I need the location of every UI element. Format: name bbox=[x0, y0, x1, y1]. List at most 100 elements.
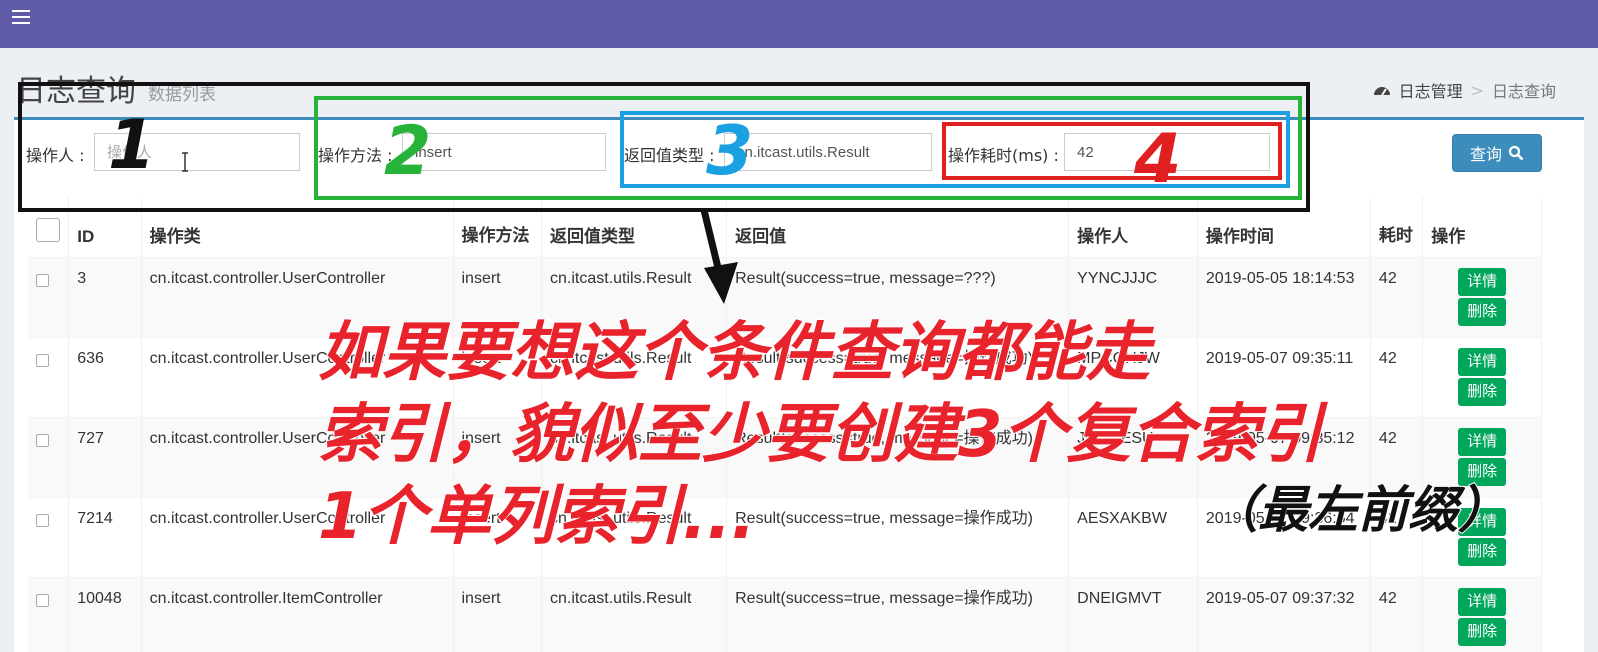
breadcrumb-root-link[interactable]: 日志管理 bbox=[1399, 78, 1463, 102]
cell-cost: 42 bbox=[1370, 497, 1424, 577]
text-cursor-icon bbox=[182, 152, 188, 172]
menu-toggle-icon[interactable] bbox=[12, 10, 30, 24]
cell-time: 2019-05-07 09:35:11 bbox=[1197, 337, 1371, 417]
col-header-method[interactable]: 操作方法 bbox=[453, 197, 543, 257]
cell-time: 2019-05-05 18:14:53 bbox=[1197, 257, 1371, 337]
cell-return-value: Result(success=true, message=操作成功) bbox=[726, 417, 1070, 497]
operator-label: 操作人 : bbox=[26, 146, 85, 165]
cell-operator: YYNCJJJC bbox=[1068, 257, 1198, 337]
row-checkbox-cell bbox=[28, 417, 70, 497]
cell-cost: 42 bbox=[1370, 257, 1424, 337]
col-header-time[interactable]: 操作时间 bbox=[1197, 197, 1371, 257]
col-header-return-type[interactable]: 返回值类型 bbox=[541, 197, 728, 257]
return-type-label: 返回值类型 : bbox=[624, 146, 715, 165]
cell-return-value: Result(success=true, message=操作成功) bbox=[726, 577, 1070, 652]
cell-time: 2019-05-07 09:37:32 bbox=[1197, 577, 1371, 652]
cell-operator: MPCQHJW bbox=[1068, 337, 1198, 417]
col-header-actions: 操作 bbox=[1422, 197, 1542, 257]
cell-return-type: cn.itcast.utils.Result bbox=[541, 417, 728, 497]
cell-return-type: cn.itcast.utils.Result bbox=[541, 577, 728, 652]
row-checkbox[interactable] bbox=[36, 273, 49, 287]
detail-button[interactable]: 详情 bbox=[1458, 507, 1507, 536]
method-input[interactable] bbox=[402, 133, 606, 171]
cell-operator: JQKOESU bbox=[1068, 417, 1198, 497]
cell-actions: 详情 删除 bbox=[1422, 417, 1542, 497]
detail-button[interactable]: 详情 bbox=[1458, 587, 1507, 616]
return-type-input[interactable] bbox=[724, 133, 932, 171]
detail-button[interactable]: 详情 bbox=[1458, 347, 1507, 376]
operator-input[interactable] bbox=[94, 133, 300, 171]
query-button[interactable]: 查询 bbox=[1452, 134, 1542, 172]
cell-class: cn.itcast.controller.ItemController bbox=[141, 577, 454, 652]
cell-method: insert bbox=[453, 497, 543, 577]
cell-method: insert bbox=[453, 337, 543, 417]
cell-class: cn.itcast.controller.UserController bbox=[141, 417, 454, 497]
delete-button[interactable]: 删除 bbox=[1458, 297, 1507, 326]
detail-button[interactable]: 详情 bbox=[1458, 427, 1507, 456]
cell-method: insert bbox=[453, 417, 543, 497]
cell-class: cn.itcast.controller.UserController bbox=[141, 257, 454, 337]
row-checkbox-cell bbox=[28, 257, 70, 337]
top-navbar bbox=[0, 0, 1598, 48]
row-checkbox-cell bbox=[28, 577, 70, 652]
table-row: 3 cn.itcast.controller.UserController inse… bbox=[28, 257, 1542, 337]
row-checkbox-cell bbox=[28, 337, 70, 417]
dashboard-icon bbox=[1373, 87, 1390, 96]
breadcrumb-separator: > bbox=[1470, 80, 1484, 100]
row-checkbox[interactable] bbox=[36, 593, 49, 607]
cost-input[interactable] bbox=[1064, 133, 1270, 171]
col-header-return-value[interactable]: 返回值 bbox=[726, 197, 1070, 257]
row-checkbox[interactable] bbox=[36, 353, 49, 367]
query-button-label: 查询 bbox=[1469, 145, 1502, 164]
select-all-cell bbox=[28, 197, 70, 257]
delete-button[interactable]: 删除 bbox=[1458, 537, 1507, 566]
cell-cost: 42 bbox=[1370, 577, 1424, 652]
cell-time: 2019-05-07 09:36:54 bbox=[1197, 497, 1371, 577]
log-table: ID 操作类 操作方法 返回值类型 返回值 操作人 操作时间 耗时 操作 3 cn… bbox=[28, 197, 1542, 652]
cell-class: cn.itcast.controller.UserController bbox=[141, 337, 454, 417]
cost-label: 操作耗时(ms) : bbox=[948, 146, 1059, 165]
cell-cost: 42 bbox=[1370, 417, 1424, 497]
col-header-operator[interactable]: 操作人 bbox=[1068, 197, 1198, 257]
cell-return-value: Result(success=true, message=操作成功) bbox=[726, 337, 1070, 417]
cell-return-type: cn.itcast.utils.Result bbox=[541, 497, 728, 577]
detail-button[interactable]: 详情 bbox=[1458, 267, 1507, 296]
table-row: 10048 cn.itcast.controller.ItemController… bbox=[28, 577, 1542, 652]
row-checkbox-cell bbox=[28, 497, 70, 577]
page-subtitle: 数据列表 bbox=[148, 85, 216, 105]
table-row: 7214 cn.itcast.controller.UserController i… bbox=[28, 497, 1542, 577]
table-row: 727 cn.itcast.controller.UserController in… bbox=[28, 417, 1542, 497]
cell-id: 3 bbox=[68, 257, 142, 337]
col-header-id[interactable]: ID bbox=[68, 197, 142, 257]
table-row: 636 cn.itcast.controller.UserController in… bbox=[28, 337, 1542, 417]
search-icon bbox=[1508, 145, 1524, 161]
col-header-cost[interactable]: 耗时 bbox=[1370, 197, 1424, 257]
row-checkbox[interactable] bbox=[36, 433, 49, 447]
cell-return-type: cn.itcast.utils.Result bbox=[541, 337, 728, 417]
cell-id: 10048 bbox=[68, 577, 142, 652]
table-header-row: ID 操作类 操作方法 返回值类型 返回值 操作人 操作时间 耗时 操作 bbox=[28, 197, 1542, 257]
col-header-class[interactable]: 操作类 bbox=[141, 197, 454, 257]
cell-return-value: Result(success=true, message=???) bbox=[726, 257, 1070, 337]
cell-id: 727 bbox=[68, 417, 142, 497]
cell-time: 2019-05-07 09:35:12 bbox=[1197, 417, 1371, 497]
cell-id: 7214 bbox=[68, 497, 142, 577]
breadcrumb-current: 日志查询 bbox=[1491, 82, 1556, 101]
row-checkbox[interactable] bbox=[36, 513, 49, 527]
page-title: 日志查询 bbox=[16, 74, 136, 109]
delete-button[interactable]: 删除 bbox=[1458, 457, 1507, 486]
delete-button[interactable]: 删除 bbox=[1458, 617, 1507, 646]
delete-button[interactable]: 删除 bbox=[1458, 377, 1507, 406]
cell-class: cn.itcast.controller.UserController bbox=[141, 497, 454, 577]
cell-id: 636 bbox=[68, 337, 142, 417]
cell-return-type: cn.itcast.utils.Result bbox=[541, 257, 728, 337]
breadcrumb: 日志管理 > 日志查询 bbox=[1373, 78, 1556, 102]
cell-actions: 详情 删除 bbox=[1422, 337, 1542, 417]
cell-method: insert bbox=[453, 257, 543, 337]
cell-return-value: Result(success=true, message=操作成功) bbox=[726, 497, 1070, 577]
cell-operator: AESXAKBW bbox=[1068, 497, 1198, 577]
cell-operator: DNEIGMVT bbox=[1068, 577, 1198, 652]
method-label: 操作方法 : bbox=[318, 146, 393, 165]
cell-method: insert bbox=[453, 577, 543, 652]
select-all-checkbox[interactable] bbox=[36, 217, 60, 242]
